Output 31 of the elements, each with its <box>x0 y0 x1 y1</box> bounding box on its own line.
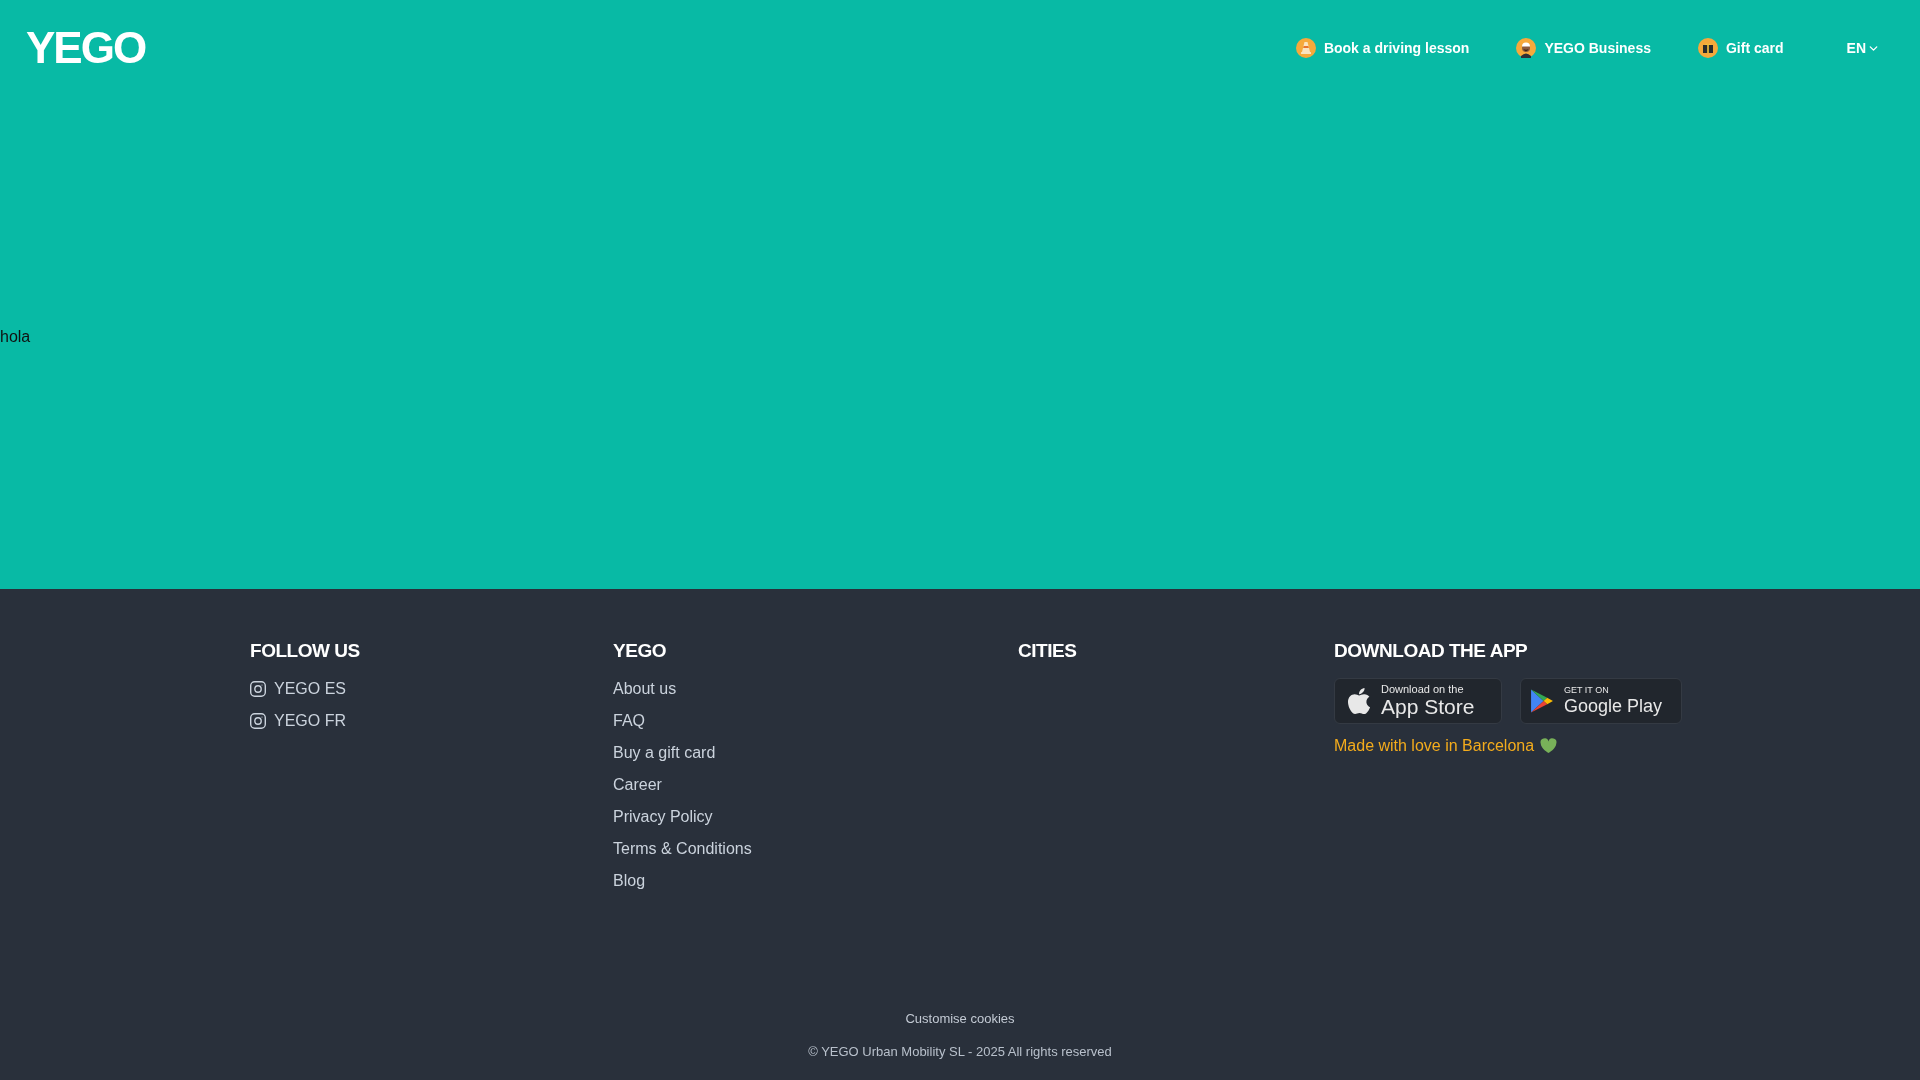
footer-link[interactable]: FAQ <box>613 709 645 733</box>
customise-cookies-link[interactable]: Customise cookies <box>905 1009 1015 1029</box>
copyright-text: © YEGO Urban Mobility SL - 2025 All rights reserved <box>808 1043 1112 1061</box>
apple-icon <box>1346 686 1372 716</box>
badge-caption: GET IT ON <box>1564 685 1609 695</box>
column-heading: YEGO <box>613 639 666 663</box>
badge-store-name: App Store <box>1381 695 1475 719</box>
column-heading: FOLLOW US <box>250 639 360 663</box>
footer-link[interactable]: Blog <box>613 869 646 893</box>
badge-store-name: Google Play <box>1564 695 1663 717</box>
social-link[interactable]: YEGO ES <box>250 677 347 701</box>
footer-link[interactable]: Privacy Policy <box>613 805 713 829</box>
footer-link[interactable]: About us <box>613 677 677 701</box>
social-link[interactable]: YEGO FR <box>250 709 346 733</box>
person-icon <box>1516 38 1537 58</box>
gift-icon <box>1697 38 1718 58</box>
traffic-cone-icon <box>1295 38 1316 58</box>
body-text: hola <box>0 326 31 347</box>
footer-link[interactable]: Buy a gift card <box>613 741 716 765</box>
app-store-badge[interactable]: GET IT ON Google Play <box>1520 678 1682 724</box>
footer-link[interactable]: Terms & Conditions <box>613 837 752 861</box>
play-triangle-icon <box>1530 688 1554 714</box>
badge-caption: Download on the <box>1381 683 1464 695</box>
app-store-badge[interactable]: Download on the App Store <box>1334 678 1502 724</box>
instagram-icon <box>250 681 266 697</box>
column-heading: DOWNLOAD THE APP <box>1334 639 1528 663</box>
instagram-icon <box>250 713 266 729</box>
heart-icon <box>1540 738 1558 754</box>
tagline: Made with love in Barcelona <box>1334 736 1535 756</box>
footer-link[interactable]: Career <box>613 773 662 797</box>
column-heading: CITIES <box>1018 639 1077 663</box>
